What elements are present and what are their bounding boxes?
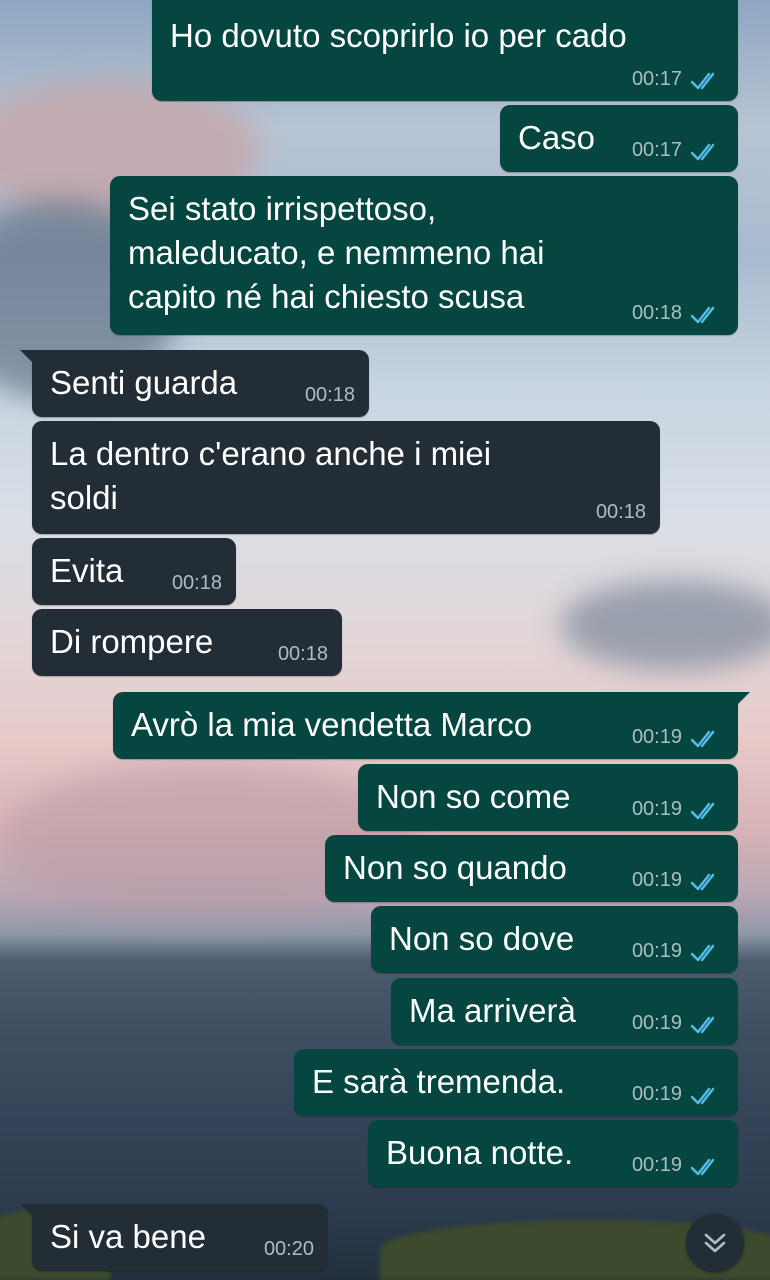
message-time: 00:18: [304, 384, 355, 406]
double-check-icon: [690, 1087, 715, 1105]
message-bubble-incoming[interactable]: Si va bene 00:20: [20, 1204, 328, 1271]
message-text: Senti guarda: [50, 364, 238, 401]
chat-view: Ho dovuto scoprirlo io per cado 00:17 Ca…: [0, 0, 770, 1280]
message-text: Ma arriverà: [409, 992, 576, 1029]
double-check-icon: [690, 143, 715, 161]
message-bubble-outgoing[interactable]: E sarà tremenda. 00:19: [294, 1049, 738, 1116]
double-check-icon: [690, 944, 715, 962]
message-bubble-outgoing[interactable]: Non so come 00:19: [358, 764, 738, 831]
double-check-icon: [690, 72, 715, 90]
message-text: Non so quando: [343, 849, 567, 886]
message-bubble-outgoing[interactable]: Ma arriverà 00:19: [391, 978, 738, 1045]
message-time: 00:19: [631, 798, 682, 820]
message-bubble-outgoing[interactable]: Caso 00:17: [500, 105, 738, 172]
message-bubble-incoming[interactable]: Di rompere 00:18: [32, 609, 342, 676]
message-bubble-outgoing[interactable]: Sei stato irrispettoso, maleducato, e ne…: [110, 176, 738, 335]
message-time: 00:19: [631, 726, 682, 748]
double-check-icon: [690, 306, 715, 324]
double-check-icon: [690, 873, 715, 891]
message-text: Di rompere: [50, 623, 214, 660]
message-bubble-outgoing[interactable]: Buona notte. 00:19: [368, 1120, 738, 1187]
message-time: 00:18: [595, 501, 646, 523]
message-text: Evita: [50, 552, 124, 589]
message-time: 00:18: [277, 643, 328, 665]
message-bubble-outgoing[interactable]: Non so dove 00:19: [371, 906, 738, 973]
message-time: 00:17: [631, 68, 682, 90]
bubble-tail: [736, 692, 750, 706]
message-text: E sarà tremenda.: [312, 1063, 566, 1100]
message-text: Buona notte.: [386, 1134, 574, 1171]
message-text: Non so dove: [389, 920, 575, 957]
message-text: Non so come: [376, 778, 571, 815]
message-text: La dentro c'erano anche i miei soldi: [50, 435, 492, 516]
message-bubble-outgoing[interactable]: Ho dovuto scoprirlo io per cado 00:17: [152, 0, 738, 101]
message-time: 00:17: [631, 139, 682, 161]
message-time: 00:19: [631, 1012, 682, 1034]
chevron-double-down-icon: [704, 1233, 726, 1253]
message-time: 00:18: [171, 572, 222, 594]
wallpaper-cloud: [560, 580, 770, 670]
double-check-icon: [690, 1016, 715, 1034]
message-time: 00:20: [263, 1238, 314, 1260]
message-text: Ho dovuto scoprirlo io per cado: [170, 17, 627, 54]
scroll-to-bottom-button[interactable]: [686, 1214, 744, 1272]
message-text: Si va bene: [50, 1218, 206, 1255]
message-time: 00:19: [631, 869, 682, 891]
bubble-tail: [20, 350, 34, 364]
message-bubble-incoming[interactable]: La dentro c'erano anche i miei soldi 00:…: [32, 421, 660, 534]
message-bubble-incoming[interactable]: Senti guarda 00:18: [20, 350, 369, 417]
message-text: Avrò la mia vendetta Marco: [131, 706, 533, 743]
double-check-icon: [690, 1158, 715, 1176]
message-time: 00:19: [631, 940, 682, 962]
message-bubble-incoming[interactable]: Evita 00:18: [32, 538, 236, 605]
message-time: 00:19: [631, 1154, 682, 1176]
double-check-icon: [690, 730, 715, 748]
message-time: 00:18: [631, 302, 682, 324]
message-time: 00:19: [631, 1083, 682, 1105]
message-text: Sei stato irrispettoso, maleducato, e ne…: [128, 190, 545, 315]
message-text: Caso: [518, 119, 596, 156]
message-bubble-outgoing[interactable]: Non so quando 00:19: [325, 835, 738, 902]
bubble-tail: [20, 1204, 34, 1218]
message-bubble-outgoing[interactable]: Avrò la mia vendetta Marco 00:19: [113, 692, 750, 759]
double-check-icon: [690, 802, 715, 820]
